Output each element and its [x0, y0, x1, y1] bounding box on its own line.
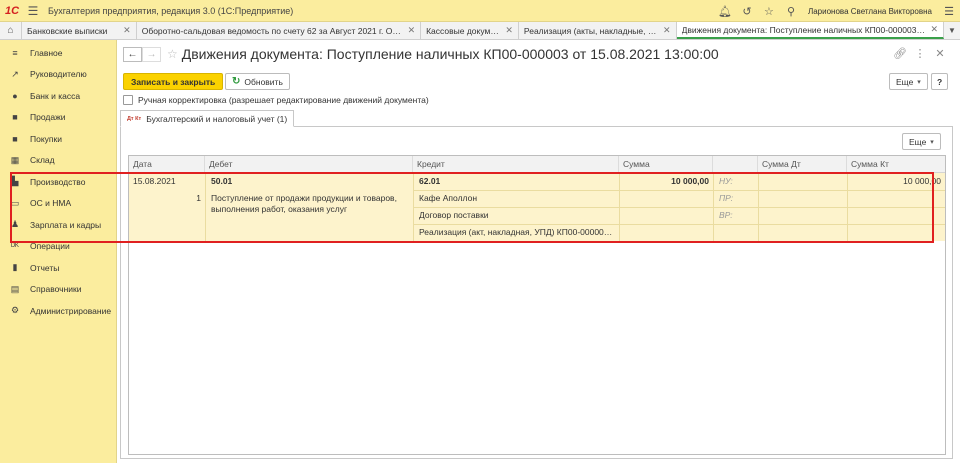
- close-icon[interactable]: ✕: [505, 25, 513, 36]
- tab-bank-statements[interactable]: Банковские выписки ✕: [22, 22, 137, 39]
- more-button[interactable]: Еще ▾: [889, 73, 928, 90]
- header-date[interactable]: Дата: [129, 156, 205, 173]
- chevron-down-icon: ▾: [917, 78, 921, 86]
- header-credit[interactable]: Кредит: [413, 156, 619, 173]
- tab-document-movements[interactable]: Движения документа: Поступление наличных…: [676, 22, 945, 39]
- gear-icon: ⚙: [10, 305, 20, 316]
- sidebar-item-salary[interactable]: ♟ Зарплата и кадры: [0, 214, 116, 236]
- bell-icon[interactable]: 🔔︎: [714, 5, 736, 18]
- header-sum-dt[interactable]: Сумма Дт: [758, 156, 847, 173]
- coin-icon: ●: [12, 90, 18, 101]
- window-tabs: ⌂ Банковские выписки ✕ Оборотно-сальдовая…: [0, 22, 960, 40]
- close-icon[interactable]: ✕: [123, 25, 131, 36]
- movements-table[interactable]: Дата Дебет Кредит Сумма Сумма Дт Сумма К…: [128, 155, 946, 455]
- cell-credit-sub1: Кафе Аполлон: [419, 193, 478, 203]
- table-row[interactable]: 15.08.2021 1 50.01 Поступление от продаж…: [129, 173, 945, 241]
- sidebar-item-catalogs[interactable]: ▤ Справочники: [0, 279, 116, 301]
- page-title: Движения документа: Поступление наличных…: [181, 46, 719, 62]
- arrow-right-icon: →: [146, 48, 157, 60]
- settings-menu-icon[interactable]: ☰: [938, 5, 960, 18]
- sidebar-item-admin[interactable]: ⚙ Администрирование: [0, 300, 116, 322]
- sidebar-item-production[interactable]: ▙ Производство: [0, 171, 116, 193]
- sidebar-item-sales[interactable]: ■ Продажи: [0, 107, 116, 129]
- close-icon[interactable]: ✕: [663, 25, 671, 36]
- history-icon[interactable]: ↺: [736, 5, 758, 18]
- link-icon[interactable]: 🔗︎: [890, 47, 910, 60]
- close-icon[interactable]: ✕: [408, 25, 416, 36]
- label-vr: ВР:: [719, 210, 733, 220]
- tab-accounting-tax[interactable]: Дт Кт Бухгалтерский и налоговый учет (1): [120, 110, 295, 127]
- more-vertical-icon[interactable]: ⋮: [910, 47, 930, 60]
- cell-row-number: 1: [196, 193, 201, 203]
- refresh-button[interactable]: ↻ Обновить: [225, 73, 290, 90]
- forward-button[interactable]: →: [142, 46, 161, 62]
- book-icon: ▤: [10, 283, 20, 294]
- help-button[interactable]: ?: [931, 73, 949, 90]
- menu-icon[interactable]: ☰: [24, 4, 42, 18]
- search-icon[interactable]: ⚲: [780, 5, 802, 18]
- label-pr: ПР:: [719, 193, 734, 203]
- chevron-down-icon: ▾: [930, 138, 934, 146]
- cell-date: 15.08.2021: [133, 176, 176, 186]
- cell-sum: 10 000,00: [671, 176, 709, 186]
- cell-credit-account: 62.01: [419, 176, 441, 186]
- warehouse-icon: ▦: [10, 154, 20, 165]
- header-sum-kt[interactable]: Сумма Кт: [847, 156, 945, 173]
- cell-credit-sub3: Реализация (акт, накладная, УПД) КП00-00…: [419, 227, 619, 237]
- manual-correction-label: Ручная корректировка (разрешает редактир…: [138, 95, 429, 105]
- document-form: ← → ☆ Движения документа: Поступление на…: [117, 40, 960, 463]
- back-button[interactable]: ←: [123, 46, 142, 62]
- logo-1c: 1С: [4, 4, 20, 17]
- save-close-button[interactable]: Записать и закрыть: [123, 73, 224, 90]
- favorite-star-icon[interactable]: ☆: [167, 47, 178, 61]
- dt-kt-icon: Дт Кт: [127, 115, 142, 122]
- close-icon[interactable]: ✕: [930, 47, 950, 60]
- sidebar-item-manager[interactable]: ↗ Руководителю: [0, 64, 116, 86]
- people-icon: ♟: [10, 219, 20, 230]
- cell-sum-kt: 10 000,00: [903, 176, 941, 186]
- sidebar-item-bank[interactable]: ● Банк и касса: [0, 85, 116, 107]
- sidebar-item-reports[interactable]: ▮ Отчеты: [0, 257, 116, 279]
- manual-correction-checkbox[interactable]: [123, 95, 133, 105]
- app-title: Бухгалтерия предприятия, редакция 3.0 (1…: [48, 5, 294, 16]
- tabs-dropdown-icon[interactable]: ▼: [944, 22, 960, 39]
- sidebar-item-warehouse[interactable]: ▦ Склад: [0, 150, 116, 172]
- cell-debit-account: 50.01: [211, 176, 233, 186]
- bag-icon: ■: [12, 133, 18, 144]
- sidebar-item-main[interactable]: ≡ Главное: [0, 42, 116, 64]
- menu-lines-icon: ≡: [12, 47, 18, 58]
- user-name[interactable]: Ларионова Светлана Викторовна: [808, 7, 932, 16]
- top-bar: 1С ☰ Бухгалтерия предприятия, редакция 3…: [0, 0, 960, 22]
- home-icon[interactable]: ⌂: [0, 22, 22, 39]
- sidebar-item-purchases[interactable]: ■ Покупки: [0, 128, 116, 150]
- refresh-icon: ↻: [232, 76, 241, 87]
- header-sum[interactable]: Сумма: [619, 156, 713, 173]
- label-nu: НУ:: [719, 176, 733, 186]
- header-type[interactable]: [713, 156, 758, 173]
- header-debit[interactable]: Дебет: [205, 156, 413, 173]
- cell-credit-sub2: Договор поставки: [419, 210, 489, 220]
- assets-icon: ▭: [10, 197, 20, 208]
- arrow-left-icon: ←: [127, 48, 138, 60]
- tab-panel: Еще ▾ Дата Дебет Кредит Сумма Сумма Дт Су…: [120, 126, 953, 459]
- factory-icon: ▙: [11, 176, 19, 187]
- dt-kt-icon: ᴰᴷ: [11, 241, 19, 252]
- bar-chart-icon: ▮: [12, 262, 18, 273]
- tab-sales[interactable]: Реализация (акты, накладные, УПД) ✕: [519, 22, 677, 39]
- tab-osv-62[interactable]: Оборотно-сальдовая ведомость по счету 62…: [137, 22, 422, 39]
- star-icon[interactable]: ☆: [758, 5, 780, 18]
- sidebar: ≡ Главное ↗ Руководителю ● Банк и касса ■ Пр…: [0, 40, 117, 463]
- grid-more-button[interactable]: Еще ▾: [902, 133, 941, 150]
- cell-debit-content: Поступление от продажи продукции и товар…: [211, 193, 397, 214]
- sidebar-item-fixed-assets[interactable]: ▭ ОС и НМА: [0, 193, 116, 215]
- cart-icon: ■: [12, 112, 18, 123]
- table-header: Дата Дебет Кредит Сумма Сумма Дт Сумма К…: [129, 156, 945, 173]
- sidebar-item-operations[interactable]: ᴰᴷ Операции: [0, 236, 116, 258]
- close-icon[interactable]: ✕: [930, 24, 938, 35]
- tab-cash-documents[interactable]: Кассовые документы✕: [421, 22, 519, 39]
- trend-icon: ↗: [11, 68, 19, 79]
